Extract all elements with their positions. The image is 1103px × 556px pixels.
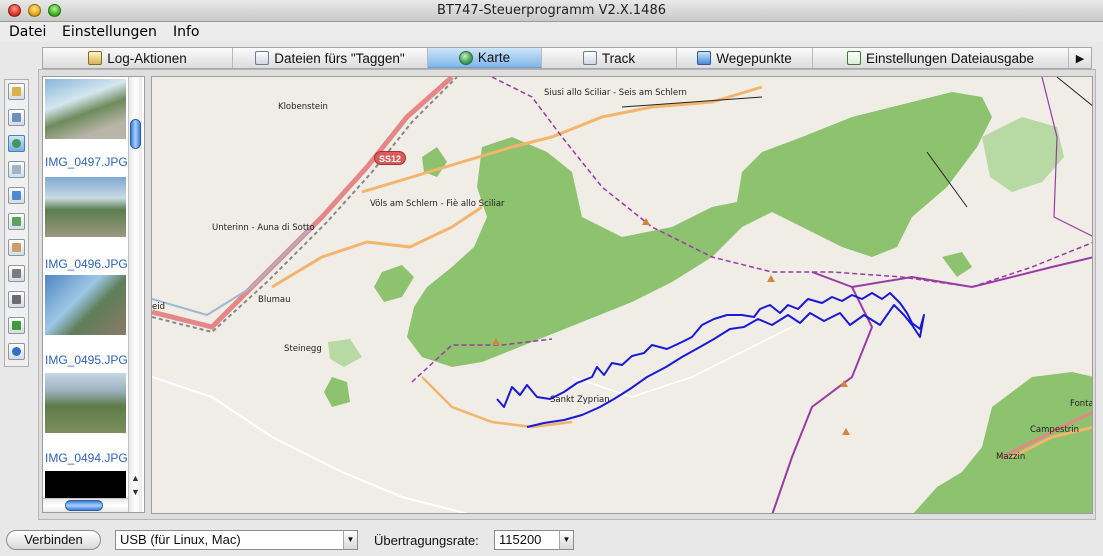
map-label-sankt-zyprian: Sankt Zyprian: [550, 395, 610, 405]
tab-track[interactable]: Track: [542, 48, 677, 68]
rate-select-value: 115200: [499, 532, 542, 547]
map-label-voels: Völs am Schlern - Fiè allo Sciliar: [370, 199, 505, 209]
window-title: BT747-Steuerprogramm V2.X.1486: [437, 3, 666, 18]
info-icon[interactable]: [8, 343, 25, 360]
map-label-mazzin: Mazzin: [996, 452, 1026, 462]
cable-car-line: [621, 96, 763, 108]
cable-car-line: [1056, 77, 1092, 107]
peak-icon: [767, 275, 775, 282]
forest-area: [982, 117, 1064, 192]
house-icon[interactable]: [8, 83, 25, 100]
thumbnail-label[interactable]: IMG_0496.JPG: [45, 257, 128, 271]
thumbnail-horizontal-scrollbar[interactable]: [43, 498, 128, 512]
menu-info[interactable]: Info: [173, 24, 200, 40]
document-icon: [846, 51, 861, 65]
map-label-campestrin: Campestrin: [1030, 425, 1080, 435]
chevron-down-icon: ▼: [559, 531, 573, 549]
map-label-fonta: Fonta: [1070, 399, 1093, 409]
wrench-icon[interactable]: [8, 265, 25, 282]
tab-karte[interactable]: Karte: [428, 48, 542, 68]
flag-icon[interactable]: [8, 187, 25, 204]
menu-bar: Datei Einstellungen Info: [0, 22, 1103, 42]
thumbnail-image[interactable]: [45, 275, 126, 335]
thumbnail-image[interactable]: [45, 177, 126, 237]
map-label-siusi: Siusi allo Sciliar - Seis am Schlern: [544, 88, 687, 98]
map-label-steinegg: Steinegg: [284, 344, 322, 354]
bottom-bar: Verbinden USB (für Linux, Mac) ▼ Übertra…: [0, 524, 1103, 556]
files-icon[interactable]: [8, 109, 25, 126]
title-bar: BT747-Steuerprogramm V2.X.1486: [0, 0, 1103, 22]
flag-icon: [697, 51, 712, 65]
scrollbar-thumb[interactable]: [65, 500, 103, 511]
tab-bar: Log-Aktionen Dateien fürs "Taggen" Karte…: [42, 47, 1092, 69]
chevron-down-icon: ▼: [343, 531, 357, 549]
thumbnail-vertical-scrollbar[interactable]: ▲ ▼: [128, 77, 142, 512]
tab-label: Dateien fürs "Taggen": [274, 50, 405, 66]
minor-road: [152, 376, 469, 513]
thumbnail-label[interactable]: IMG_0495.JPG: [45, 353, 128, 367]
connect-button[interactable]: Verbinden: [6, 530, 101, 550]
thumbnail-image[interactable]: [45, 79, 126, 139]
menu-einstellungen[interactable]: Einstellungen: [62, 24, 157, 40]
tab-einstellungen-dateiausgabe[interactable]: Einstellungen Dateiausgabe: [813, 48, 1069, 68]
map-label-unterinn: Unterinn - Auna di Sotto: [212, 223, 315, 233]
document-icon[interactable]: [8, 213, 25, 230]
minor-road: [571, 316, 813, 398]
tab-label: Einstellungen Dateiausgabe: [865, 50, 1035, 66]
forest-area: [913, 372, 1092, 513]
tab-label: Log-Aktionen: [107, 50, 187, 66]
administrative-boundary: [851, 256, 1092, 289]
rate-label: Übertragungsrate:: [374, 533, 479, 548]
forest-area: [942, 252, 972, 277]
thumbnail-image[interactable]: [45, 373, 126, 433]
forest-area: [374, 265, 414, 302]
wrench-plus-icon[interactable]: [8, 291, 25, 308]
map-canvas: [152, 77, 1092, 513]
port-select[interactable]: USB (für Linux, Mac) ▼: [115, 530, 358, 550]
administrative-boundary: [771, 271, 874, 513]
scroll-down-icon[interactable]: ▼: [131, 487, 140, 497]
tab-log-aktionen[interactable]: Log-Aktionen: [43, 48, 233, 68]
thumbnail-label[interactable]: IMG_0497.JPG: [45, 155, 128, 169]
port-select-value: USB (für Linux, Mac): [120, 532, 241, 547]
thumbnail-list: IMG_0497.JPG IMG_0496.JPG IMG_0495.JPG I…: [42, 76, 145, 513]
thumbnail-image[interactable]: [45, 471, 126, 501]
tab-wegepunkte[interactable]: Wegepunkte: [677, 48, 813, 68]
hourglass-icon[interactable]: [8, 239, 25, 256]
menu-datei[interactable]: Datei: [9, 24, 46, 40]
tab-label: Track: [601, 50, 636, 66]
table-icon[interactable]: [8, 161, 25, 178]
forest-area: [328, 339, 362, 367]
map-label-eid: eid: [152, 302, 165, 312]
map-view[interactable]: SS12 Klobenstein Siusi allo Sciliar - Se…: [151, 76, 1093, 514]
house-icon: [88, 51, 103, 65]
tab-dateien-taggen[interactable]: Dateien fürs "Taggen": [233, 48, 428, 68]
tab-label: Karte: [477, 50, 511, 65]
scrollbar-thumb[interactable]: [130, 119, 141, 149]
globe-icon: [458, 50, 473, 65]
export-icon[interactable]: [8, 317, 25, 334]
road-shield: SS12: [374, 151, 406, 165]
map-label-blumau: Blumau: [258, 295, 291, 305]
rate-select[interactable]: 115200 ▼: [494, 530, 574, 550]
globe-icon[interactable]: [8, 135, 25, 152]
table-icon: [582, 51, 597, 65]
forest-area: [407, 92, 992, 367]
forest-area: [324, 377, 350, 407]
thumbnail-label[interactable]: IMG_0494.JPG: [45, 451, 128, 465]
tab-scroll-right-icon[interactable]: ▶: [1069, 48, 1091, 68]
scroll-up-icon[interactable]: ▲: [131, 473, 140, 483]
files-icon: [255, 51, 270, 65]
peak-icon: [842, 428, 850, 435]
map-label-klobenstein: Klobenstein: [278, 102, 328, 112]
side-toolbar: [4, 79, 29, 367]
tab-label: Wegepunkte: [716, 50, 792, 66]
